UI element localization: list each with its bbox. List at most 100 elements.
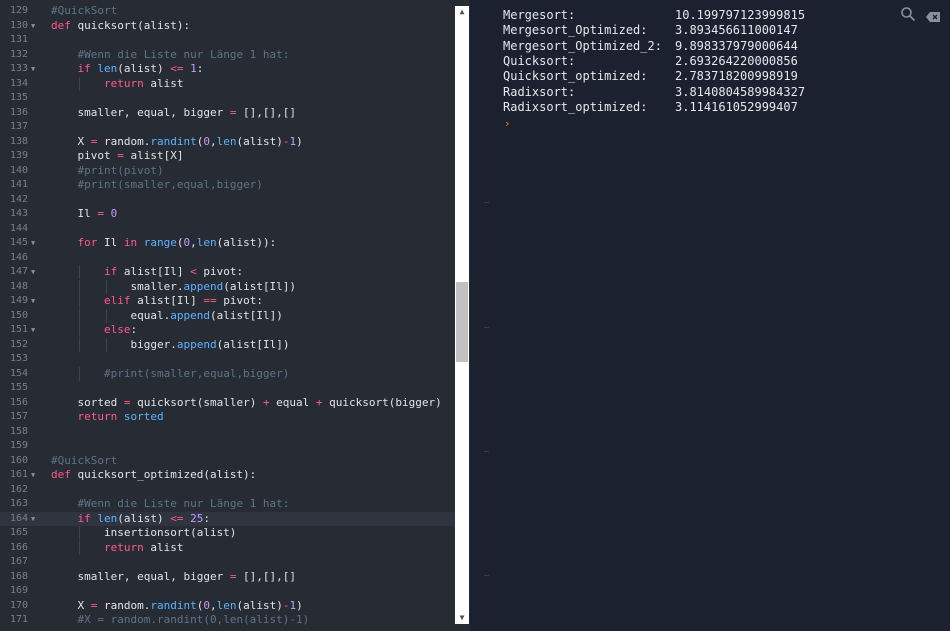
code-line[interactable]: 130 ▼ def quicksort(alist): bbox=[0, 19, 455, 33]
code-line[interactable]: 153 bbox=[0, 352, 455, 366]
code-line[interactable]: 136 smaller, equal, bigger = [],[],[] bbox=[0, 106, 455, 120]
code-line[interactable]: 163 #Wenn die Liste nur Länge 1 hat: bbox=[0, 497, 455, 511]
fold-toggle-icon[interactable]: ▼ bbox=[31, 265, 35, 279]
fold-toggle-icon[interactable]: ▼ bbox=[31, 294, 35, 308]
code-text[interactable]: if len(alist) <= 25: bbox=[51, 512, 210, 526]
code-line[interactable]: 168 smaller, equal, bigger = [],[],[] bbox=[0, 570, 455, 584]
code-text[interactable]: #QuickSort bbox=[51, 454, 117, 468]
code-line[interactable]: 144 bbox=[0, 222, 455, 236]
code-text[interactable]: def quicksort(alist): bbox=[51, 19, 190, 33]
code-line[interactable]: 150 equal.append(alist[Il]) bbox=[0, 308, 455, 323]
code-line[interactable]: 166 return alist bbox=[0, 540, 455, 555]
code-line[interactable]: 142 bbox=[0, 193, 455, 207]
code-text[interactable]: #QuickSort bbox=[51, 4, 117, 18]
code-line[interactable]: 137 bbox=[0, 120, 455, 134]
code-line[interactable]: 143 Il = 0 bbox=[0, 207, 455, 221]
code-text[interactable]: pivot = alist[X] bbox=[51, 149, 183, 163]
code-line[interactable]: 165 insertionsort(alist) bbox=[0, 526, 455, 540]
fold-toggle-icon[interactable]: ▼ bbox=[31, 323, 35, 337]
code-line[interactable]: 171 #X = random.randint(0,len(alist)-1) bbox=[0, 613, 455, 627]
line-number: 170 bbox=[9, 599, 28, 611]
code-text[interactable]: #X = random.randint(0,len(alist)-1) bbox=[51, 613, 310, 627]
fold-toggle-icon[interactable]: ▼ bbox=[31, 236, 35, 250]
code-line[interactable]: 156 sorted = quicksort(smaller) + equal … bbox=[0, 396, 455, 410]
code-text[interactable]: else: bbox=[51, 323, 137, 337]
fold-toggle-icon[interactable]: ▼ bbox=[31, 468, 35, 482]
code-text[interactable]: #print(smaller,equal,bigger) bbox=[51, 367, 289, 381]
code-text[interactable]: return alist bbox=[51, 541, 184, 555]
console-prompt[interactable]: › bbox=[504, 116, 511, 131]
divider-tick bbox=[484, 202, 489, 203]
code-text[interactable]: sorted = quicksort(smaller) + equal + qu… bbox=[51, 396, 441, 410]
code-text[interactable]: smaller, equal, bigger = [],[],[] bbox=[51, 570, 296, 584]
code-line[interactable]: 133 ▼ if len(alist) <= 1: bbox=[0, 62, 455, 76]
code-line[interactable]: 141 #print(smaller,equal,bigger) bbox=[0, 178, 455, 192]
code-text[interactable]: if len(alist) <= 1: bbox=[51, 62, 204, 76]
fold-toggle-icon[interactable]: ▼ bbox=[31, 19, 35, 33]
code-line[interactable]: 140 #print(pivot) bbox=[0, 164, 455, 178]
code-line[interactable]: 160 #QuickSort bbox=[0, 454, 455, 468]
code-text[interactable]: #print(pivot) bbox=[51, 164, 164, 178]
code-text[interactable]: bigger.append(alist[Il]) bbox=[51, 338, 289, 352]
code-line[interactable]: 145 ▼ for Il in range(0,len(alist)): bbox=[0, 236, 455, 250]
code-line[interactable]: 148 smaller.append(alist[Il]) bbox=[0, 279, 455, 294]
chevron-down-icon[interactable]: ▼ bbox=[455, 612, 469, 624]
code-text[interactable]: if alist[Il] < pivot: bbox=[51, 265, 243, 279]
code-text[interactable]: smaller, equal, bigger = [],[],[] bbox=[51, 106, 296, 120]
code-text[interactable]: X = random.randint(0,len(alist)-1) bbox=[51, 599, 302, 613]
code-line[interactable]: 129 #QuickSort bbox=[0, 4, 455, 18]
search-icon[interactable] bbox=[900, 6, 916, 22]
code-line[interactable]: 159 bbox=[0, 439, 455, 453]
code-text[interactable]: elif alist[Il] == pivot: bbox=[51, 294, 263, 308]
code-text[interactable]: for Il in range(0,len(alist)): bbox=[51, 236, 277, 250]
line-number: 139 bbox=[9, 150, 28, 161]
chevron-up-icon[interactable]: ▲ bbox=[455, 6, 469, 18]
code-line[interactable]: 139 pivot = alist[X] bbox=[0, 149, 455, 163]
code-line[interactable]: 164 ▼ if len(alist) <= 25: bbox=[0, 511, 455, 526]
console-panel[interactable]: Mergesort: 10.199797123999815 Mergesort_Op… bbox=[484, 0, 950, 631]
line-number: 149 bbox=[9, 295, 28, 306]
editor-scrollbar[interactable]: ▲ ▼ bbox=[455, 6, 469, 624]
code-line[interactable]: 146 bbox=[0, 251, 455, 265]
clear-console-icon[interactable] bbox=[925, 8, 941, 22]
code-line[interactable]: 158 bbox=[0, 425, 455, 439]
code-text[interactable]: def quicksort_optimized(alist): bbox=[51, 468, 256, 482]
code-line[interactable]: 131 bbox=[0, 33, 455, 47]
code-line[interactable]: 138 X = random.randint(0,len(alist)-1) bbox=[0, 135, 455, 149]
code-line[interactable]: 152 bigger.append(alist[Il]) bbox=[0, 337, 455, 352]
code-line[interactable]: 149 ▼ elif alist[Il] == pivot: bbox=[0, 294, 455, 308]
code-text[interactable]: Il = 0 bbox=[51, 207, 117, 221]
result-label: Quicksort_optimized: bbox=[503, 69, 648, 84]
code-text[interactable]: #Wenn die Liste nur Länge 1 hat: bbox=[51, 497, 290, 511]
result-label: Mergesort: bbox=[503, 8, 576, 22]
code-line[interactable]: 167 bbox=[0, 555, 455, 569]
code-line[interactable]: 170 X = random.randint(0,len(alist)-1) bbox=[0, 599, 455, 613]
code-line[interactable]: 134 return alist bbox=[0, 76, 455, 91]
code-text[interactable]: return alist bbox=[51, 77, 184, 91]
code-line[interactable]: 161 ▼ def quicksort_optimized(alist): bbox=[0, 468, 455, 482]
code-text[interactable]: #Wenn die Liste nur Länge 1 hat: bbox=[51, 48, 290, 62]
code-line[interactable]: 135 bbox=[0, 91, 455, 105]
code-line[interactable]: 162 bbox=[0, 483, 455, 497]
code-line[interactable]: 147 ▼ if alist[Il] < pivot: bbox=[0, 265, 455, 279]
code-editor[interactable]: 129 #QuickSort 130 ▼ def quicksort(alist): 13… bbox=[0, 0, 470, 631]
code-line[interactable]: 155 bbox=[0, 381, 455, 395]
scrollbar-thumb[interactable] bbox=[456, 282, 468, 362]
fold-toggle-icon[interactable]: ▼ bbox=[31, 512, 35, 526]
pane-divider[interactable] bbox=[470, 0, 484, 631]
code-text[interactable]: return sorted bbox=[51, 410, 164, 424]
code-line[interactable]: 154 #print(smaller,equal,bigger) bbox=[0, 366, 455, 381]
line-number: 142 bbox=[9, 193, 28, 205]
code-line[interactable]: 169 bbox=[0, 584, 455, 598]
code-line[interactable]: 157 return sorted bbox=[0, 410, 455, 424]
code-text[interactable]: equal.append(alist[Il]) bbox=[51, 309, 282, 323]
result-label: Quicksort: bbox=[503, 53, 576, 68]
fold-toggle-icon[interactable]: ▼ bbox=[31, 62, 35, 76]
code-text[interactable]: X = random.randint(0,len(alist)-1) bbox=[51, 135, 302, 149]
code-text[interactable]: #print(smaller,equal,bigger) bbox=[51, 178, 263, 192]
code-line[interactable]: 132 #Wenn die Liste nur Länge 1 hat: bbox=[0, 48, 455, 62]
code-text[interactable]: smaller.append(alist[Il]) bbox=[51, 280, 296, 294]
code-line[interactable]: 151 ▼ else: bbox=[0, 323, 455, 337]
code-area[interactable]: 129 #QuickSort 130 ▼ def quicksort(alist): 13… bbox=[0, 0, 455, 631]
code-text[interactable]: insertionsort(alist) bbox=[51, 526, 236, 540]
